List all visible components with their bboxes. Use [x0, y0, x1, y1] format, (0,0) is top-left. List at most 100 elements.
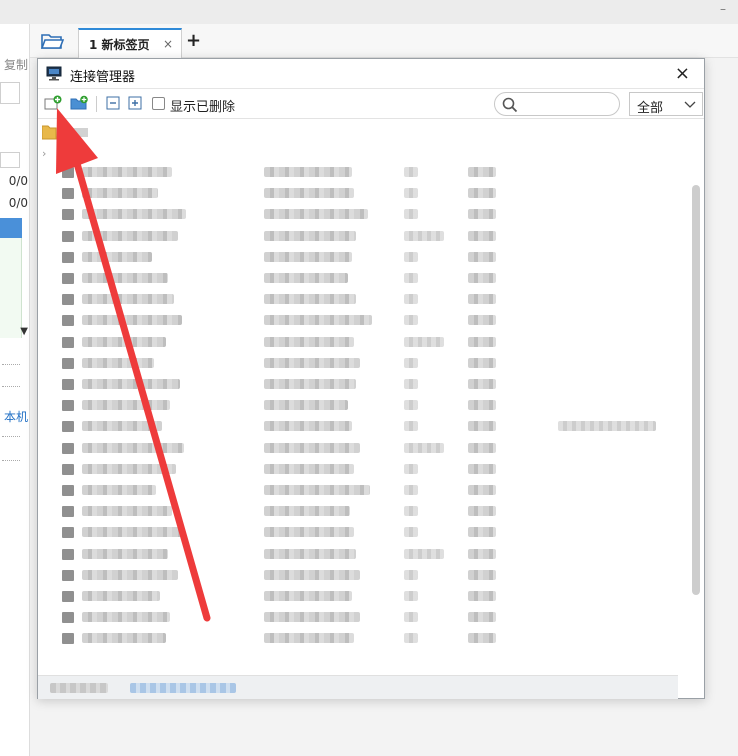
blurred-cell: [468, 251, 496, 262]
connection-row[interactable]: [38, 544, 678, 564]
blurred-cell: [264, 548, 356, 559]
blurred-cell: [264, 251, 352, 262]
connection-row[interactable]: [38, 395, 678, 415]
tab-new-tab[interactable]: 1 新标签页 ×: [78, 28, 182, 58]
connection-row[interactable]: [38, 183, 678, 203]
connection-row[interactable]: [38, 268, 678, 288]
connection-row[interactable]: [38, 586, 678, 606]
connection-row[interactable]: [38, 480, 678, 500]
connection-row[interactable]: [38, 628, 678, 648]
blurred-cell: [468, 485, 496, 495]
blurred-cell: [404, 506, 418, 517]
left-value-1: 0/0: [8, 174, 28, 188]
left-divider: [2, 436, 20, 437]
blurred-cell: [62, 400, 74, 412]
blurred-cell: [404, 379, 418, 389]
blurred-cell: [264, 506, 350, 517]
tab-close-icon[interactable]: ×: [163, 37, 173, 51]
blurred-cell: [82, 400, 170, 411]
blurred-cell: [558, 421, 656, 432]
new-folder-icon[interactable]: [70, 95, 88, 111]
connection-row[interactable]: [38, 162, 678, 182]
open-folder-icon[interactable]: [40, 31, 64, 51]
blurred-cell: [468, 400, 496, 411]
left-selected-row[interactable]: [0, 218, 22, 238]
connection-row[interactable]: [38, 226, 678, 246]
blurred-cell: [264, 591, 352, 601]
blurred-cell: [82, 230, 178, 241]
connection-row[interactable]: [38, 289, 678, 309]
filter-select[interactable]: 全部: [629, 92, 703, 116]
blurred-cell: [468, 548, 496, 559]
new-connection-icon[interactable]: [44, 95, 62, 111]
blurred-cell: [62, 569, 74, 581]
status-bar: [38, 675, 678, 699]
status-text-blurred: [130, 683, 236, 693]
connection-row[interactable]: [38, 353, 678, 373]
copy-label: 复制: [3, 58, 28, 72]
blurred-cell: [264, 569, 360, 580]
blurred-cell: [82, 315, 182, 326]
blurred-cell: [82, 294, 174, 305]
this-machine-link[interactable]: 本机: [0, 408, 30, 425]
expand-all-icon[interactable]: [126, 95, 144, 111]
connection-row[interactable]: [38, 332, 678, 352]
blurred-cell: [468, 463, 496, 474]
blurred-cell: [264, 442, 360, 453]
blurred-cell: [404, 251, 418, 262]
blurred-cell: [404, 336, 444, 347]
left-panel-area: [0, 238, 22, 338]
blurred-cell: [264, 400, 348, 411]
blurred-cell: [62, 591, 74, 602]
show-deleted-checkbox[interactable]: [152, 97, 165, 110]
vertical-scrollbar[interactable]: [692, 185, 700, 595]
blurred-cell: [468, 294, 496, 305]
left-divider: [2, 460, 20, 461]
connection-row[interactable]: [38, 522, 678, 542]
window-top-strip: –: [0, 0, 738, 24]
connection-row[interactable]: [38, 416, 678, 436]
connection-row[interactable]: [38, 374, 678, 394]
blurred-cell: [264, 294, 356, 305]
filter-value: 全部: [637, 101, 664, 116]
blurred-cell: [404, 485, 418, 495]
connection-row[interactable]: [38, 204, 678, 224]
blurred-cell: [468, 336, 496, 347]
blurred-cell: [468, 591, 496, 601]
connection-row[interactable]: [38, 247, 678, 267]
blurred-cell: [82, 485, 156, 495]
blurred-cell: [468, 442, 496, 453]
blurred-cell: [404, 591, 418, 601]
blurred-cell: [264, 379, 356, 389]
folder-icon[interactable]: [42, 124, 92, 140]
add-tab-button[interactable]: +: [186, 30, 201, 51]
connection-row[interactable]: [38, 565, 678, 585]
blurred-cell: [62, 379, 74, 390]
blurred-cell: [468, 612, 496, 623]
connection-row[interactable]: [38, 438, 678, 458]
search-icon: [502, 97, 518, 113]
search-input[interactable]: [523, 96, 615, 112]
blurred-cell: [82, 167, 172, 177]
blurred-cell: [264, 273, 348, 283]
connection-row[interactable]: [38, 459, 678, 479]
blurred-cell: [264, 463, 354, 474]
connection-row[interactable]: [38, 607, 678, 627]
blurred-cell: [264, 527, 354, 538]
close-icon[interactable]: ×: [675, 63, 690, 84]
blurred-cell: [264, 209, 368, 220]
left-input-box[interactable]: [0, 82, 20, 104]
left-dropdown-icon[interactable]: ▼: [0, 326, 30, 337]
left-field[interactable]: [0, 152, 20, 168]
tree-expand-chevron[interactable]: ›: [42, 147, 46, 160]
blurred-cell: [62, 463, 74, 475]
blurred-cell: [468, 209, 496, 220]
minimize-button[interactable]: –: [716, 3, 730, 18]
collapse-all-icon[interactable]: [104, 95, 122, 111]
left-divider: [2, 386, 20, 387]
connection-row[interactable]: [38, 310, 678, 330]
search-box[interactable]: [494, 92, 620, 116]
blurred-cell: [62, 336, 74, 348]
blurred-cell: [404, 548, 444, 559]
connection-row[interactable]: [38, 501, 678, 521]
